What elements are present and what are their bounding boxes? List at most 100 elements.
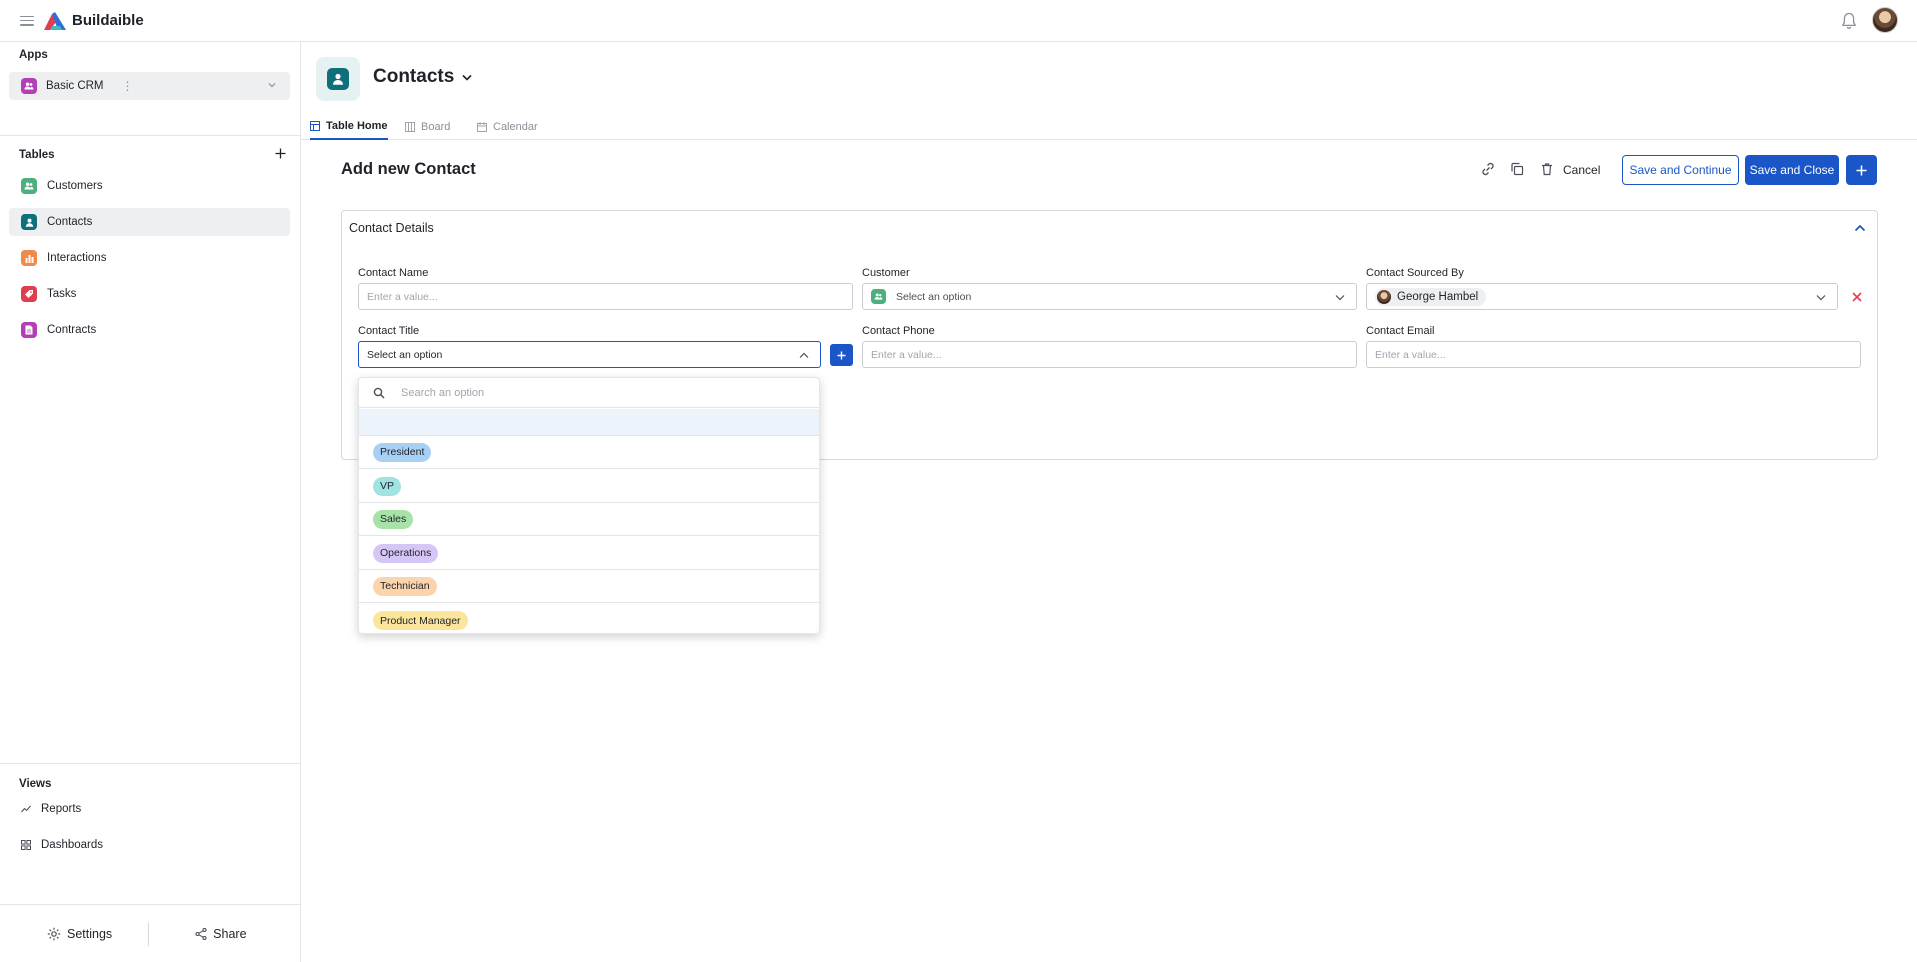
- kebab-menu-icon[interactable]: ⋮: [122, 80, 134, 92]
- app-logo[interactable]: Buildaible: [44, 11, 144, 30]
- chevron-down-icon: [268, 83, 276, 88]
- sidebar: Apps Basic CRM ⋮ Tables Customers Contac…: [0, 42, 301, 962]
- link-icon[interactable]: [1480, 161, 1496, 177]
- tab-label: Table Home: [326, 120, 388, 132]
- chevron-up-icon[interactable]: [1854, 224, 1866, 232]
- users-icon: [871, 289, 886, 304]
- divider: [148, 921, 150, 946]
- sidebar-item-interactions[interactable]: Interactions: [9, 244, 290, 272]
- notification-bell-icon[interactable]: [1841, 12, 1857, 30]
- contact-email-label: Contact Email: [1366, 325, 1435, 337]
- page-title: Contacts: [373, 66, 455, 87]
- settings-label: Settings: [67, 926, 113, 941]
- dropdown-search-input[interactable]: [401, 386, 781, 399]
- dropdown-search: [359, 378, 819, 408]
- sidebar-item-label: Reports: [41, 803, 82, 815]
- table-icon: [310, 121, 320, 131]
- dropdown-option-technician[interactable]: Technician: [359, 570, 819, 603]
- sidebar-item-contracts[interactable]: Contracts: [9, 316, 290, 344]
- dropdown-option-president[interactable]: President: [359, 436, 819, 469]
- cancel-button[interactable]: Cancel: [1563, 158, 1600, 182]
- dropdown-option-product-manager[interactable]: Product Manager: [359, 604, 819, 637]
- sidebar-item-customers[interactable]: Customers: [9, 172, 290, 200]
- divider: [0, 135, 300, 136]
- tab-label: Board: [421, 120, 451, 133]
- calendar-icon: [477, 121, 487, 132]
- sidebar-item-label: Tasks: [47, 288, 77, 300]
- person-icon: [327, 68, 349, 90]
- tab-table-home[interactable]: Table Home: [310, 114, 388, 140]
- contact-title-label: Contact Title: [358, 325, 420, 337]
- person-icon: [21, 214, 37, 230]
- app-name: Buildaible: [72, 12, 144, 29]
- share-label: Share: [213, 926, 247, 941]
- chevron-down-icon[interactable]: [461, 73, 473, 82]
- option-tag: President: [373, 442, 432, 462]
- sidebar-item-contacts[interactable]: Contacts: [9, 208, 290, 236]
- settings-button[interactable]: Settings: [47, 927, 112, 941]
- user-avatar[interactable]: [1872, 7, 1898, 33]
- trash-icon[interactable]: [1539, 161, 1555, 177]
- views-section-title: Views: [19, 778, 52, 790]
- add-more-button[interactable]: [1846, 155, 1877, 185]
- save-and-continue-button[interactable]: Save and Continue: [1622, 155, 1739, 185]
- contact-name-input[interactable]: Enter a value...: [358, 283, 853, 310]
- contact-sourced-by-label: Contact Sourced By: [1366, 267, 1464, 279]
- option-tag: Operations: [373, 543, 439, 563]
- sidebar-item-label: Interactions: [47, 252, 107, 264]
- chart-line-icon: [21, 805, 31, 813]
- option-tag: Technician: [373, 576, 437, 596]
- form-title: Add new Contact: [341, 160, 476, 178]
- dropdown-option-vp[interactable]: VP: [359, 470, 819, 503]
- user-chip-label: George Hambel: [1397, 290, 1479, 303]
- sidebar-footer: Settings Share: [0, 904, 300, 962]
- sidebar-item-reports[interactable]: Reports: [21, 799, 81, 819]
- avatar: [1377, 289, 1391, 304]
- search-icon: [373, 387, 385, 399]
- sidebar-item-tasks[interactable]: Tasks: [9, 280, 290, 308]
- buildaible-logo-icon: [44, 11, 66, 30]
- tab-label: Calendar: [493, 120, 538, 133]
- share-icon: [195, 927, 207, 940]
- dropdown-option-sales[interactable]: Sales: [359, 503, 819, 536]
- board-icon: [405, 121, 415, 132]
- section-title: Contact Details: [349, 221, 434, 235]
- customer-select-placeholder: Select an option: [896, 290, 972, 303]
- clear-x-icon[interactable]: [1852, 292, 1862, 302]
- tab-calendar[interactable]: Calendar: [477, 114, 538, 139]
- document-icon: [21, 322, 37, 338]
- add-table-plus-icon[interactable]: [275, 148, 286, 159]
- contact-name-label: Contact Name: [358, 267, 429, 279]
- share-button[interactable]: Share: [195, 926, 247, 941]
- dropdown-empty-option[interactable]: [359, 409, 819, 436]
- dropdown-option-operations[interactable]: Operations: [359, 537, 819, 570]
- sidebar-item-dashboards[interactable]: Dashboards: [21, 835, 103, 855]
- gear-icon: [47, 927, 61, 940]
- contact-sourced-by-select[interactable]: George Hambel: [1366, 283, 1838, 310]
- duplicate-icon[interactable]: [1509, 161, 1525, 177]
- sidebar-item-label: Contracts: [47, 324, 97, 336]
- contact-phone-input[interactable]: Enter a value...: [862, 341, 1357, 368]
- app-selector[interactable]: Basic CRM ⋮: [9, 72, 290, 100]
- sidebar-item-label: Customers: [47, 180, 103, 192]
- users-icon: [21, 178, 37, 194]
- tables-section-title: Tables: [19, 149, 55, 161]
- save-and-close-button[interactable]: Save and Close: [1745, 155, 1839, 185]
- contact-title-select[interactable]: Select an option: [358, 341, 821, 368]
- customer-select[interactable]: Select an option: [862, 283, 1357, 310]
- add-title-option-button[interactable]: [830, 344, 853, 366]
- hamburger-menu-icon[interactable]: [20, 15, 34, 26]
- grid-icon: [21, 840, 31, 850]
- page-icon: [316, 57, 360, 101]
- sidebar-item-label: Dashboards: [41, 839, 104, 851]
- current-app-label: Basic CRM: [46, 80, 104, 92]
- chevron-down-icon: [1335, 295, 1345, 301]
- apps-section-title: Apps: [19, 49, 48, 61]
- option-tag: Product Manager: [373, 611, 468, 630]
- contact-email-input[interactable]: Enter a value...: [1366, 341, 1861, 368]
- tab-board[interactable]: Board: [405, 114, 450, 139]
- tab-bar: Table Home Board Calendar: [301, 114, 1917, 140]
- top-bar: Buildaible: [0, 0, 1917, 42]
- contact-phone-label: Contact Phone: [862, 325, 935, 337]
- bar-chart-icon: [21, 250, 37, 266]
